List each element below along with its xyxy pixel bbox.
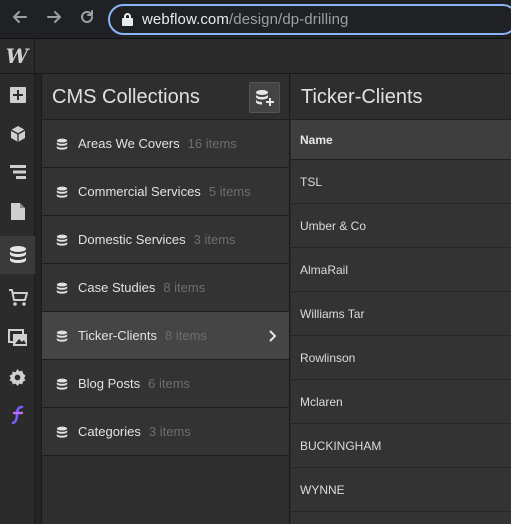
- back-arrow-icon[interactable]: [8, 8, 32, 32]
- database-icon: [56, 138, 68, 150]
- collection-items-panel: Ticker-Clients Name TSL Umber & Co AlmaRai…: [291, 74, 511, 524]
- collection-item[interactable]: Commercial Services 5 items: [42, 168, 289, 216]
- collection-name: Domestic Services: [78, 232, 186, 247]
- browser-toolbar: webflow.com/design/dp-drilling: [0, 0, 511, 39]
- database-icon: [56, 426, 68, 438]
- collection-item[interactable]: Categories 3 items: [42, 408, 289, 456]
- cms-collections-panel: CMS Collections Areas We Covers 16 items C…: [42, 74, 290, 524]
- url-text: webflow.com/design/dp-drilling: [142, 11, 349, 28]
- collection-title: Ticker-Clients: [301, 86, 423, 108]
- ecommerce-button[interactable]: [0, 279, 35, 317]
- database-icon: [56, 282, 68, 294]
- item-row[interactable]: Umber & Co: [291, 204, 511, 248]
- collection-name: Commercial Services: [78, 184, 201, 199]
- collection-item-count: 8 items: [163, 280, 206, 295]
- add-database-icon: [255, 89, 274, 106]
- logic-icon: [11, 405, 23, 425]
- collection-item-count: 8 items: [164, 328, 207, 343]
- add-icon: [9, 87, 26, 103]
- item-row[interactable]: Williams Tar: [291, 292, 511, 336]
- cube-icon: [10, 126, 25, 142]
- database-icon: [56, 234, 68, 246]
- add-collection-button[interactable]: [249, 82, 280, 113]
- item-row[interactable]: AlmaRail: [291, 248, 511, 292]
- pages-button[interactable]: [0, 192, 35, 230]
- database-icon: [56, 378, 68, 390]
- panel-divider: [35, 74, 42, 524]
- collection-item-count: 3 items: [193, 232, 236, 247]
- database-icon: [9, 246, 26, 263]
- cms-button[interactable]: [0, 236, 35, 274]
- item-row[interactable]: Mclaren: [291, 380, 511, 424]
- reload-icon[interactable]: [75, 8, 99, 32]
- collection-item[interactable]: Blog Posts 6 items: [42, 360, 289, 408]
- collection-name: Ticker-Clients: [78, 328, 157, 343]
- collection-item[interactable]: Ticker-Clients 8 items: [42, 312, 289, 360]
- items-panel-header: Ticker-Clients: [291, 74, 511, 120]
- name-column-header[interactable]: Name: [291, 120, 511, 160]
- collection-item-count: 6 items: [148, 376, 191, 391]
- collection-name: Categories: [78, 424, 141, 439]
- item-rows: TSL Umber & Co AlmaRail Williams Tar Rowlins…: [291, 160, 511, 512]
- assets-button[interactable]: [0, 319, 35, 357]
- webflow-logo[interactable]: W: [0, 39, 35, 74]
- symbols-button[interactable]: [0, 115, 35, 153]
- address-bar[interactable]: webflow.com/design/dp-drilling: [108, 4, 511, 35]
- database-icon: [56, 330, 68, 342]
- collection-item[interactable]: Case Studies 8 items: [42, 264, 289, 312]
- designer-topbar: W: [0, 39, 511, 74]
- collection-item[interactable]: Domestic Services 3 items: [42, 216, 289, 264]
- item-row[interactable]: TSL: [291, 160, 511, 204]
- cms-panel-header: CMS Collections: [42, 74, 289, 120]
- page-icon: [10, 202, 25, 220]
- gear-icon: [9, 368, 26, 386]
- collection-list: Areas We Covers 16 items Commercial Servic…: [42, 120, 289, 456]
- left-tool-rail: [0, 74, 35, 524]
- collection-item-count: 16 items: [187, 136, 237, 151]
- logic-button[interactable]: [0, 396, 35, 434]
- item-row[interactable]: Rowlinson: [291, 336, 511, 380]
- settings-button[interactable]: [0, 358, 35, 396]
- collection-name: Areas We Covers: [78, 136, 180, 151]
- item-row[interactable]: WYNNE: [291, 468, 511, 512]
- forward-arrow-icon[interactable]: [42, 8, 66, 32]
- collection-item-count: 3 items: [148, 424, 191, 439]
- chevron-right-icon: [269, 329, 277, 345]
- navigator-button[interactable]: [0, 153, 35, 191]
- cart-icon: [8, 289, 28, 306]
- navigator-icon: [9, 165, 26, 179]
- lock-icon: [122, 13, 133, 26]
- panel-title: CMS Collections: [52, 86, 200, 108]
- collection-name: Blog Posts: [78, 376, 141, 391]
- collection-item[interactable]: Areas We Covers 16 items: [42, 120, 289, 168]
- collection-name: Case Studies: [78, 280, 156, 295]
- collection-item-count: 5 items: [208, 184, 251, 199]
- item-row[interactable]: BUCKINGHAM: [291, 424, 511, 468]
- assets-icon: [7, 329, 27, 346]
- database-icon: [56, 186, 68, 198]
- add-panel-button[interactable]: [0, 76, 35, 114]
